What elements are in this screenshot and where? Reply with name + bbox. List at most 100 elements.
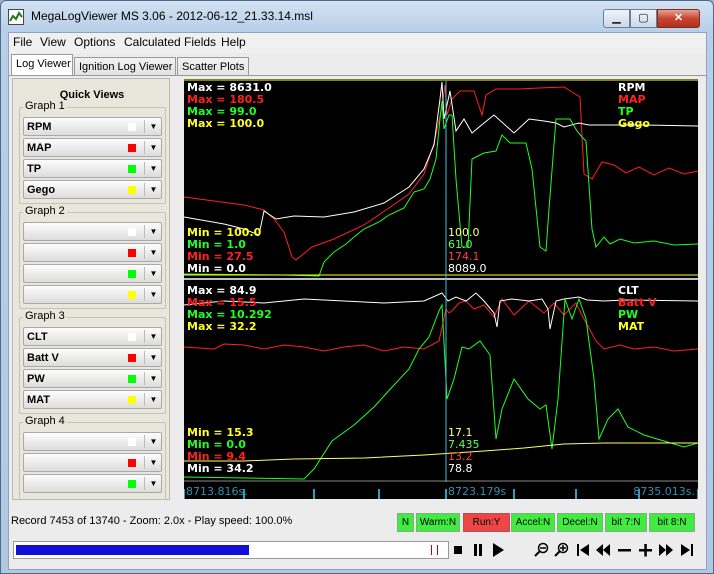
title-bar[interactable]: MegaLogViewer MS 3.06 - 2012-06-12_21.33… xyxy=(1,1,713,32)
field-select[interactable]: ▼ xyxy=(23,285,162,304)
position-slider[interactable] xyxy=(13,541,449,559)
min-label: Min = 0.0 xyxy=(187,262,246,275)
color-swatch[interactable] xyxy=(128,144,136,152)
status-bar: Record 7453 of 13740 - Zoom: 2.0x - Play… xyxy=(9,509,706,535)
field-select[interactable]: ▼ xyxy=(23,264,162,283)
max-label: Max = 100.0 xyxy=(187,117,264,130)
chevron-down-icon[interactable]: ▼ xyxy=(147,371,160,386)
chevron-down-icon[interactable]: ▼ xyxy=(147,455,160,470)
timeline-right-label: 8735.013s. xyxy=(633,485,695,498)
color-swatch[interactable] xyxy=(128,459,136,467)
zoom-out-icon[interactable] xyxy=(533,541,549,559)
fast-forward-icon[interactable] xyxy=(658,541,674,559)
chevron-down-icon[interactable]: ▼ xyxy=(147,287,160,302)
color-swatch[interactable] xyxy=(128,396,136,404)
tab-scatter-plots[interactable]: Scatter Plots xyxy=(177,57,249,76)
color-swatch[interactable] xyxy=(128,333,136,341)
divider xyxy=(144,351,145,364)
chevron-down-icon[interactable]: ▼ xyxy=(147,119,160,134)
tab-ignition-log-viewer[interactable]: Ignition Log Viewer xyxy=(74,57,176,76)
marker-2 xyxy=(437,545,438,555)
rewind-icon[interactable] xyxy=(595,541,611,559)
series-name: MAT xyxy=(618,320,645,333)
last-record-icon[interactable] xyxy=(679,541,695,559)
color-swatch[interactable] xyxy=(128,228,136,236)
field-select-label: MAP xyxy=(27,142,52,154)
divider xyxy=(144,372,145,385)
log-viewer-panel: Quick Views Graph 1 RPM ▼ MAP ▼ TP ▼ Gego ▼ Graph… xyxy=(9,75,706,509)
quick-views-panel: Quick Views Graph 1 RPM ▼ MAP ▼ TP ▼ Gego ▼ Graph… xyxy=(12,78,170,500)
menu-file[interactable]: File xyxy=(13,35,32,49)
field-select[interactable]: ▼ xyxy=(23,222,162,241)
divider xyxy=(144,393,145,406)
field-select[interactable]: ▼ xyxy=(23,474,162,493)
timeline-strip xyxy=(184,482,698,499)
chevron-down-icon[interactable]: ▼ xyxy=(147,476,160,491)
menu-calculated-fields[interactable]: Calculated Fields xyxy=(124,35,216,49)
step-forward-icon[interactable] xyxy=(637,541,653,559)
play-icon[interactable] xyxy=(490,541,506,559)
divider xyxy=(144,477,145,490)
close-button[interactable]: ✕ xyxy=(657,9,700,28)
tab-log-viewer[interactable]: Log Viewer xyxy=(11,54,73,76)
color-swatch[interactable] xyxy=(128,165,136,173)
menu-view[interactable]: View xyxy=(40,35,66,49)
color-swatch[interactable] xyxy=(128,123,136,131)
field-select-label: MAT xyxy=(27,394,51,406)
chevron-down-icon[interactable]: ▼ xyxy=(147,392,160,407)
graph-area[interactable]: Max = 8631.0 Max = 180.5 Max = 99.0 Max = 1… xyxy=(184,79,698,499)
field-select[interactable]: TP ▼ xyxy=(23,159,162,178)
chevron-down-icon[interactable]: ▼ xyxy=(147,329,160,344)
quick-view-group-3: Graph 3 CLT ▼ Batt V ▼ PW ▼ MAT ▼ xyxy=(19,310,166,414)
status-indicator: N xyxy=(397,513,414,532)
minimize-button[interactable]: ▁ xyxy=(603,9,630,28)
field-select-label: TP xyxy=(27,163,42,175)
status-indicator: Accel:N xyxy=(511,513,555,532)
stop-icon[interactable] xyxy=(450,541,466,559)
pause-icon[interactable] xyxy=(470,541,486,559)
status-indicator: Warm:N xyxy=(416,513,460,532)
color-swatch[interactable] xyxy=(128,249,136,257)
chevron-down-icon[interactable]: ▼ xyxy=(147,224,160,239)
graph-canvas[interactable]: Max = 8631.0Max = 180.5Max = 99.0Max = 1… xyxy=(184,79,698,499)
field-select[interactable]: ▼ xyxy=(23,432,162,451)
field-select[interactable]: Batt V ▼ xyxy=(23,348,162,367)
quick-view-group-label: Graph 2 xyxy=(23,205,67,217)
menu-options[interactable]: Options xyxy=(74,35,115,49)
color-swatch[interactable] xyxy=(128,291,136,299)
color-swatch[interactable] xyxy=(128,354,136,362)
maximize-button[interactable]: ▢ xyxy=(630,9,657,28)
field-select[interactable]: MAT ▼ xyxy=(23,390,162,409)
marker-1 xyxy=(431,545,432,555)
chevron-down-icon[interactable]: ▼ xyxy=(147,434,160,449)
menu-help[interactable]: Help xyxy=(221,35,246,49)
divider xyxy=(144,246,145,259)
field-select-label: CLT xyxy=(27,331,48,343)
color-swatch[interactable] xyxy=(128,375,136,383)
color-swatch[interactable] xyxy=(128,186,136,194)
chevron-down-icon[interactable]: ▼ xyxy=(147,266,160,281)
chevron-down-icon[interactable]: ▼ xyxy=(147,161,160,176)
status-indicator: Run:Y xyxy=(463,513,510,532)
min-label: Min = 34.2 xyxy=(187,462,254,475)
divider xyxy=(144,225,145,238)
chevron-down-icon[interactable]: ▼ xyxy=(147,245,160,260)
zoom-in-icon[interactable] xyxy=(553,541,569,559)
cursor-value: 78.8 xyxy=(448,462,473,475)
field-select[interactable]: ▼ xyxy=(23,453,162,472)
field-select[interactable]: RPM ▼ xyxy=(23,117,162,136)
field-select[interactable]: CLT ▼ xyxy=(23,327,162,346)
step-back-icon[interactable] xyxy=(616,541,632,559)
first-record-icon[interactable] xyxy=(575,541,591,559)
color-swatch[interactable] xyxy=(128,438,136,446)
chevron-down-icon[interactable]: ▼ xyxy=(147,140,160,155)
field-select[interactable]: MAP ▼ xyxy=(23,138,162,157)
chevron-down-icon[interactable]: ▼ xyxy=(147,350,160,365)
field-select[interactable]: ▼ xyxy=(23,243,162,262)
client-area: File View Options Calculated Fields Help… xyxy=(8,32,707,570)
color-swatch[interactable] xyxy=(128,270,136,278)
field-select[interactable]: Gego ▼ xyxy=(23,180,162,199)
field-select[interactable]: PW ▼ xyxy=(23,369,162,388)
color-swatch[interactable] xyxy=(128,480,136,488)
chevron-down-icon[interactable]: ▼ xyxy=(147,182,160,197)
